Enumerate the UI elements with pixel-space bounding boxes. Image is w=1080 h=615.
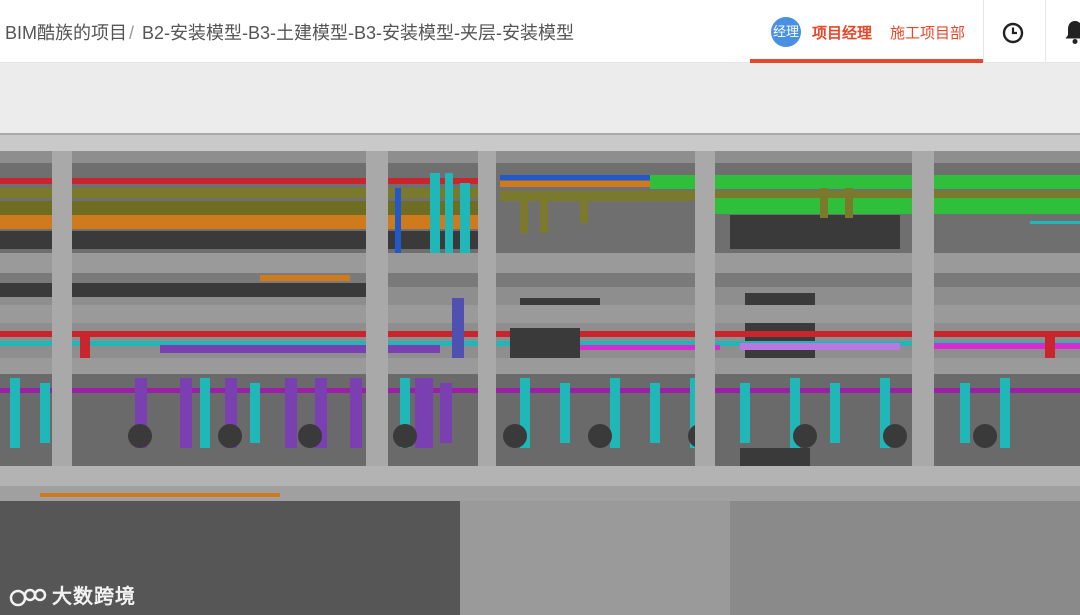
breadcrumb-current: B2-安装模型-B3-土建模型-B3-安装模型-夹层-安装模型 xyxy=(142,23,575,43)
logo-icon xyxy=(9,588,47,606)
clock-icon[interactable] xyxy=(1001,21,1025,45)
breadcrumb: BIM酷族的项目 / B2-安装模型-B3-土建模型-B3-安装模型-夹层-安装模型 xyxy=(5,19,574,45)
role-name: 项目经理 xyxy=(812,25,873,42)
top-bar: BIM酷族的项目 / B2-安装模型-B3-土建模型-B3-安装模型-夹层-安装模型… xyxy=(0,0,1080,63)
role-switcher[interactable]: 经理 项目经理 施工项目部 xyxy=(750,0,983,63)
divider xyxy=(1045,0,1046,63)
bim-3d-scene[interactable] xyxy=(0,133,1080,615)
bell-icon[interactable] xyxy=(1063,19,1080,45)
divider xyxy=(983,0,984,63)
watermark-text: 大数跨境 xyxy=(52,586,136,608)
breadcrumb-separator: / xyxy=(129,23,135,43)
breadcrumb-root[interactable]: BIM酷族的项目 xyxy=(5,23,127,43)
department-name: 施工项目部 xyxy=(890,25,966,42)
watermark: 大数跨境 xyxy=(8,580,136,610)
avatar: 经理 xyxy=(771,17,801,47)
bim-model-viewer[interactable] xyxy=(0,63,1080,615)
